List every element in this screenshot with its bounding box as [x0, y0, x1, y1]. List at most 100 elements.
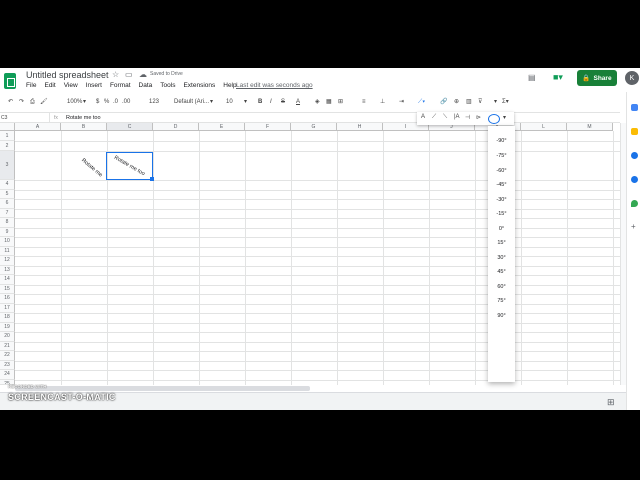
merge-cells-icon[interactable]: ⊞	[338, 96, 343, 108]
angle-option[interactable]: 45°	[488, 269, 515, 275]
angle-option[interactable]: -30°	[488, 197, 515, 203]
angle-option[interactable]: -45°	[488, 182, 515, 188]
font-size-select[interactable]: 10	[226, 96, 233, 108]
functions-icon[interactable]: Σ▾	[502, 96, 509, 108]
row-header-4[interactable]: 4	[0, 180, 15, 190]
menu-view[interactable]: View	[64, 82, 78, 92]
column-header-e[interactable]: E	[199, 123, 245, 131]
redo-icon[interactable]: ↷	[19, 96, 24, 108]
undo-icon[interactable]: ↶	[8, 96, 13, 108]
row-header-1[interactable]: 1	[0, 131, 15, 141]
row-header-21[interactable]: 21	[0, 341, 15, 351]
angle-option[interactable]: 0°	[488, 226, 515, 232]
angle-option[interactable]: -60°	[488, 168, 515, 174]
row-header-13[interactable]: 13	[0, 265, 15, 275]
fill-color-icon[interactable]: ◈	[315, 96, 320, 108]
menu-help[interactable]: Help	[223, 82, 236, 92]
row-header-15[interactable]: 15	[0, 284, 15, 294]
number-format-button[interactable]: 123	[149, 96, 159, 108]
strikethrough-button[interactable]: S	[281, 96, 285, 108]
column-header-c[interactable]: C	[107, 123, 153, 131]
row-header-16[interactable]: 16	[0, 294, 15, 304]
column-header-f[interactable]: F	[245, 123, 291, 131]
bold-button[interactable]: B	[258, 96, 262, 108]
decrease-decimal-button[interactable]: .0	[113, 96, 118, 108]
row-header-22[interactable]: 22	[0, 351, 15, 361]
zoom-select[interactable]: 100%	[67, 96, 82, 108]
add-addon-icon[interactable]: +	[631, 222, 636, 231]
rotate-up-icon[interactable]: ⊣	[465, 114, 470, 121]
column-header-b[interactable]: B	[61, 123, 107, 131]
angle-option[interactable]: 15°	[488, 240, 515, 246]
percent-button[interactable]: %	[104, 96, 109, 108]
column-header-d[interactable]: D	[153, 123, 199, 131]
document-title[interactable]: Untitled spreadsheet	[26, 70, 109, 80]
text-color-button[interactable]: A	[296, 96, 300, 108]
horizontal-scrollbar[interactable]	[15, 386, 310, 391]
custom-angle-chevron-icon[interactable]: ▾	[503, 114, 506, 121]
tilt-up-icon[interactable]: ⟋	[432, 114, 436, 121]
column-header-h[interactable]: H	[337, 123, 383, 131]
increase-decimal-button[interactable]: .00	[122, 96, 130, 108]
row-header-6[interactable]: 6	[0, 199, 15, 209]
currency-icon[interactable]: $	[96, 96, 99, 108]
borders-icon[interactable]: ▦	[326, 96, 332, 108]
row-header-20[interactable]: 20	[0, 332, 15, 342]
fill-handle[interactable]	[150, 177, 154, 181]
maps-icon[interactable]	[631, 200, 638, 207]
angle-option[interactable]: -75°	[488, 153, 515, 159]
text-wrap-icon[interactable]: ⇥	[399, 96, 404, 108]
font-chevron-icon[interactable]: ▾	[210, 96, 213, 108]
share-button[interactable]: 🔒 Share	[577, 70, 617, 86]
row-header-7[interactable]: 7	[0, 208, 15, 218]
rotate-down-icon[interactable]: ⊳	[476, 114, 481, 121]
filter-views-chevron-icon[interactable]: ▾	[494, 96, 497, 108]
angle-option[interactable]: -15°	[488, 211, 515, 217]
horizontal-align-icon[interactable]: ≡	[362, 96, 366, 108]
stack-vertically-icon[interactable]: |A	[454, 114, 460, 120]
meet-icon[interactable]: ■▾	[553, 72, 563, 83]
print-icon[interactable]: ⎙	[30, 96, 35, 108]
menu-tools[interactable]: Tools	[160, 82, 175, 92]
menu-data[interactable]: Data	[139, 82, 153, 92]
row-header-19[interactable]: 19	[0, 322, 15, 332]
selected-cell-c3[interactable]	[106, 152, 153, 180]
row-header-5[interactable]: 5	[0, 189, 15, 199]
text-rotation-icon[interactable]: ⟋▾	[418, 96, 425, 108]
row-header-17[interactable]: 17	[0, 303, 15, 313]
row-header-9[interactable]: 9	[0, 227, 15, 237]
menu-extensions[interactable]: Extensions	[183, 82, 215, 92]
calendar-icon[interactable]	[631, 104, 638, 111]
menu-edit[interactable]: Edit	[44, 82, 55, 92]
tilt-down-icon[interactable]: ⟍	[443, 114, 447, 121]
insert-link-icon[interactable]: 🔗	[440, 96, 447, 108]
paint-format-icon[interactable]: 🖌	[40, 96, 48, 108]
zoom-chevron-icon[interactable]: ▾	[83, 96, 86, 108]
rotation-none-icon[interactable]: A	[421, 114, 425, 120]
angle-option[interactable]: 60°	[488, 284, 515, 290]
font-select[interactable]: Default (Ari...	[174, 96, 209, 108]
column-header-g[interactable]: G	[291, 123, 337, 131]
menu-format[interactable]: Format	[110, 82, 131, 92]
row-header-11[interactable]: 11	[0, 246, 15, 256]
sheets-logo-icon[interactable]	[4, 73, 16, 89]
row-header-10[interactable]: 10	[0, 237, 15, 247]
menu-file[interactable]: File	[26, 82, 36, 92]
explore-icon[interactable]: ⊞	[607, 397, 615, 408]
angle-option[interactable]: 90°	[488, 313, 515, 319]
row-header-3[interactable]: 3	[0, 151, 15, 180]
angle-option[interactable]: 30°	[488, 255, 515, 261]
row-header-18[interactable]: 18	[0, 313, 15, 323]
menu-insert[interactable]: Insert	[86, 82, 102, 92]
select-all-corner[interactable]	[0, 123, 15, 131]
column-header-m[interactable]: M	[567, 123, 613, 131]
tasks-icon[interactable]	[631, 152, 638, 159]
row-header-8[interactable]: 8	[0, 218, 15, 228]
insert-comment-icon[interactable]: ⊕	[454, 96, 459, 108]
cell-b3-text[interactable]: Rotate me	[80, 158, 103, 179]
vertical-align-icon[interactable]: ⊥	[380, 96, 385, 108]
avatar[interactable]: K	[625, 71, 639, 85]
font-size-chevron-icon[interactable]: ▾	[244, 96, 247, 108]
filter-icon[interactable]: ⊽	[478, 96, 482, 108]
row-header-24[interactable]: 24	[0, 370, 15, 380]
